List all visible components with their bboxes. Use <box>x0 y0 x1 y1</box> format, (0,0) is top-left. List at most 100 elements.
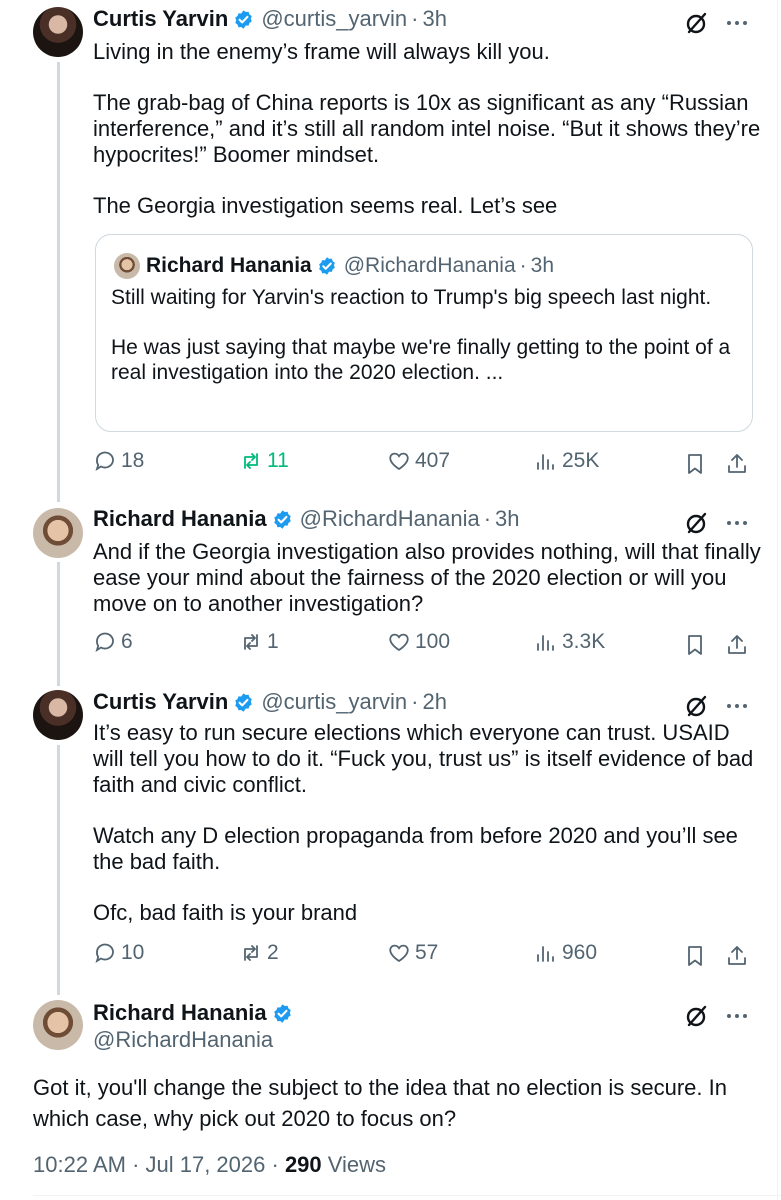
separator-dot: · <box>483 506 492 531</box>
author-handle[interactable]: @curtis_yarvin <box>261 6 407 32</box>
more-icon[interactable] <box>724 510 750 536</box>
tweet-curtis-yarvin-2[interactable]: Curtis Yarvin @curtis_yarvin · 2h It’s e… <box>0 683 781 983</box>
tweet-text: Living in the enemy’s frame will always … <box>93 39 763 219</box>
quoted-tweet-text: Still waiting for Yarvin's reaction to T… <box>111 285 741 385</box>
tweet-meta: 10:22 AM · Jul 17, 2026 · 290 Views <box>33 1152 386 1178</box>
verified-badge-icon <box>235 692 253 712</box>
tweet-header: Curtis Yarvin @curtis_yarvin · 3h <box>93 6 447 32</box>
avatar[interactable] <box>33 690 83 740</box>
repost-count: 1 <box>267 630 279 653</box>
reply-icon <box>95 632 114 653</box>
author-name[interactable]: Richard Hanania <box>93 506 267 532</box>
tweet-actions: 18 11 407 25K <box>93 449 753 479</box>
views-count: 960 <box>562 941 598 964</box>
share-icon[interactable] <box>725 944 749 968</box>
tweet-curtis-yarvin-1[interactable]: Curtis Yarvin @curtis_yarvin · 3h Living… <box>0 0 781 500</box>
divider <box>33 1195 781 1196</box>
like-count: 57 <box>415 941 439 964</box>
tweet-actions: 10 2 57 960 <box>93 941 753 971</box>
views-bar-chart-icon <box>537 946 554 962</box>
repost-count: 11 <box>267 449 289 472</box>
views-bar-chart-icon <box>537 454 554 470</box>
tweet-actions: 6 1 100 3.3K <box>93 630 753 660</box>
views-count: 290 <box>284 1152 322 1177</box>
author-name[interactable]: Richard Hanania <box>93 1000 267 1026</box>
bookmark-icon[interactable] <box>683 633 707 657</box>
like-button[interactable]: 100 <box>387 630 450 654</box>
tweet-header: Curtis Yarvin @curtis_yarvin · 2h <box>93 689 447 715</box>
reply-button[interactable]: 6 <box>93 630 133 654</box>
repost-button[interactable]: 11 <box>239 449 289 473</box>
reply-icon <box>95 943 114 964</box>
tweet-text: It’s easy to run secure elections which … <box>93 720 763 926</box>
grok-icon[interactable] <box>684 693 710 719</box>
avatar[interactable] <box>33 1000 83 1050</box>
tweet-time[interactable]: 3h <box>495 506 519 532</box>
avatar[interactable] <box>33 7 83 57</box>
heart-icon <box>389 633 409 652</box>
views-label: Views <box>321 1152 387 1177</box>
tweet-paragraph: He was just saying that maybe we're fina… <box>111 336 731 384</box>
views-button[interactable]: 25K <box>534 449 599 473</box>
more-icon[interactable] <box>724 693 750 719</box>
like-button[interactable]: 407 <box>387 449 450 473</box>
repost-button[interactable]: 2 <box>239 941 279 965</box>
verified-badge-icon <box>235 9 253 29</box>
tweet-header: Richard Hanania <box>93 1000 300 1026</box>
repost-icon <box>244 453 258 469</box>
like-button[interactable]: 57 <box>387 941 438 965</box>
separator-dot: · <box>411 6 419 31</box>
like-count: 100 <box>415 630 451 653</box>
avatar[interactable] <box>33 508 83 558</box>
author-handle[interactable]: @curtis_yarvin <box>261 689 407 715</box>
tweet-header: Richard Hanania @RichardHanania · 3h <box>93 506 520 532</box>
verified-badge-icon <box>273 509 291 529</box>
repost-icon <box>244 945 258 961</box>
heart-icon <box>389 452 409 471</box>
bookmark-icon[interactable] <box>683 452 707 476</box>
more-icon[interactable] <box>724 1003 750 1029</box>
bookmark-icon[interactable] <box>683 944 707 968</box>
views-button[interactable]: 960 <box>534 941 597 965</box>
reply-button[interactable]: 10 <box>93 941 144 965</box>
tweet-text: And if the Georgia investigation also pr… <box>93 539 763 617</box>
tweet-time[interactable]: 3h <box>422 6 446 32</box>
quoted-tweet[interactable]: Richard Hanania @RichardHanania · 3h Sti… <box>95 234 753 432</box>
views-count: 25K <box>562 449 600 472</box>
share-icon[interactable] <box>725 452 749 476</box>
tweet-richard-hanania-1[interactable]: Richard Hanania @RichardHanania · 3h And… <box>0 500 781 680</box>
share-icon[interactable] <box>725 633 749 657</box>
quoted-tweet-header: Richard Hanania @RichardHanania · 3h <box>114 253 554 279</box>
author-name[interactable]: Curtis Yarvin <box>93 6 228 32</box>
tweet-paragraph: Ofc, bad faith is your brand <box>93 900 358 925</box>
tweet-paragraph: The grab-bag of China reports is 10x as … <box>93 90 761 167</box>
verified-badge-icon <box>318 257 335 275</box>
tweet-text: Got it, you'll change the subject to the… <box>33 1075 727 1131</box>
tweet-time[interactable]: 2h <box>422 689 446 715</box>
more-icon[interactable] <box>724 10 750 36</box>
heart-icon <box>389 944 409 963</box>
repost-button[interactable]: 1 <box>239 630 279 654</box>
grok-icon[interactable] <box>684 1003 710 1029</box>
reply-count: 18 <box>121 449 145 472</box>
reply-icon <box>95 451 114 472</box>
tweet-time: 3h <box>530 254 554 277</box>
author-name: Richard Hanania <box>146 254 312 277</box>
repost-icon <box>244 634 258 650</box>
views-bar-chart-icon <box>537 635 554 651</box>
reply-button[interactable]: 18 <box>93 449 144 473</box>
tweet-timestamp[interactable]: 10:22 AM · Jul 17, 2026 · <box>33 1152 285 1177</box>
reply-count: 6 <box>121 630 133 653</box>
separator-dot: · <box>411 689 419 714</box>
views-button[interactable]: 3.3K <box>534 630 605 654</box>
author-handle[interactable]: @RichardHanania <box>300 506 480 532</box>
author-handle[interactable]: @RichardHanania <box>93 1027 273 1053</box>
verified-badge-icon <box>273 1003 291 1023</box>
tweet-paragraph: It’s easy to run secure elections which … <box>93 720 754 797</box>
tweet-paragraph: Watch any D election propaganda from bef… <box>93 823 738 874</box>
separator-dot: · <box>519 254 527 277</box>
tweet-paragraph: The Georgia investigation seems real. Le… <box>93 193 558 218</box>
grok-icon[interactable] <box>684 510 710 536</box>
grok-icon[interactable] <box>684 10 710 36</box>
author-name[interactable]: Curtis Yarvin <box>93 689 228 715</box>
